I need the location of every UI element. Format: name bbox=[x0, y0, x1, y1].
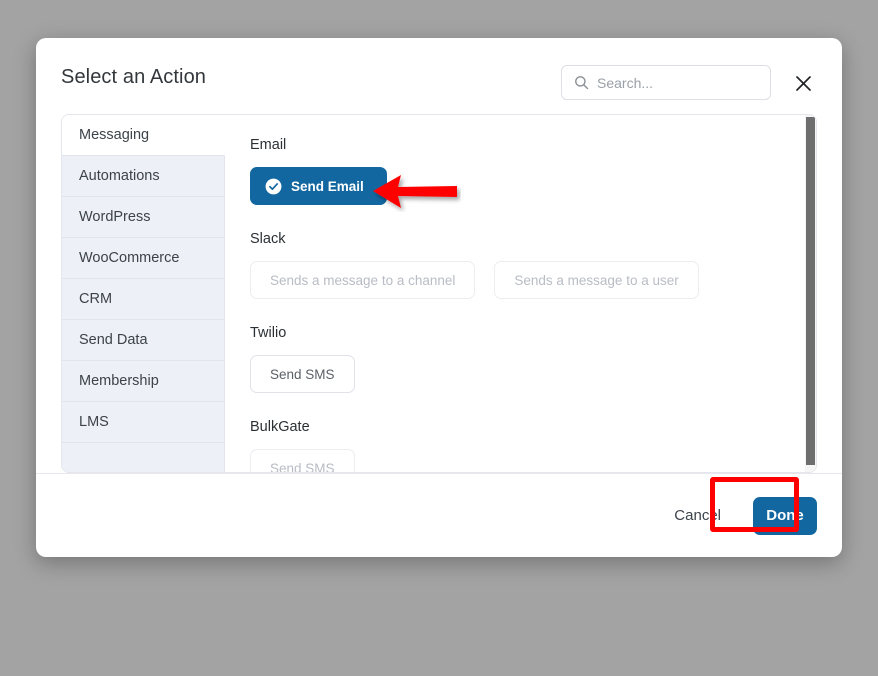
category-sidebar: Messaging Automations WordPress WooComme… bbox=[62, 115, 225, 472]
search-icon bbox=[575, 76, 589, 90]
search-input[interactable] bbox=[597, 74, 747, 91]
action-group-bulkgate: BulkGate Send SMS bbox=[250, 419, 816, 472]
modal-footer: Cancel Done bbox=[36, 473, 842, 557]
content-scrollbar-track[interactable] bbox=[805, 115, 816, 472]
sidebar-item-automations[interactable]: Automations bbox=[62, 156, 224, 197]
select-action-modal: Select an Action Messaging Automations bbox=[36, 38, 842, 557]
sidebar-item-messaging[interactable]: Messaging bbox=[62, 115, 225, 156]
close-button[interactable] bbox=[790, 70, 816, 96]
action-label: Send SMS bbox=[270, 460, 335, 473]
action-label: Send SMS bbox=[270, 366, 335, 382]
sidebar-item-crm[interactable]: CRM bbox=[62, 279, 224, 320]
sidebar-item-woocommerce[interactable]: WooCommerce bbox=[62, 238, 224, 279]
action-list-panel: Email Send Email Slack Sends a message t… bbox=[225, 115, 816, 472]
sidebar-item-wordpress[interactable]: WordPress bbox=[62, 197, 224, 238]
group-title: Email bbox=[250, 137, 287, 153]
cancel-button[interactable]: Cancel bbox=[670, 501, 725, 530]
content-scrollbar-thumb[interactable] bbox=[806, 117, 815, 465]
done-button[interactable]: Done bbox=[753, 496, 817, 535]
sidebar-item-lms[interactable]: LMS bbox=[62, 402, 224, 443]
check-circle-icon bbox=[265, 178, 282, 194]
modal-body: Messaging Automations WordPress WooComme… bbox=[61, 114, 817, 473]
action-slack-channel[interactable]: Sends a message to a channel bbox=[250, 261, 476, 299]
modal-header: Select an Action bbox=[36, 38, 842, 114]
action-group-email: Email Send Email bbox=[250, 137, 816, 205]
action-label: Send Email bbox=[291, 178, 364, 194]
action-group-slack: Slack Sends a message to a channel Sends… bbox=[250, 231, 816, 299]
sidebar-item-label: Send Data bbox=[79, 332, 148, 348]
action-label: Sends a message to a user bbox=[514, 272, 679, 288]
sidebar-item-label: WooCommerce bbox=[79, 250, 180, 266]
group-title: Twilio bbox=[250, 325, 287, 341]
close-icon bbox=[795, 75, 811, 91]
action-send-email[interactable]: Send Email bbox=[250, 167, 387, 205]
page-title: Select an Action bbox=[61, 66, 207, 88]
group-title: Slack bbox=[250, 231, 286, 247]
action-bulkgate-send-sms[interactable]: Send SMS bbox=[250, 449, 355, 472]
sidebar-item-label: WordPress bbox=[79, 209, 151, 225]
search-box[interactable] bbox=[561, 65, 771, 100]
sidebar-item-label: Messaging bbox=[79, 127, 150, 143]
action-label: Sends a message to a channel bbox=[270, 272, 456, 288]
action-twilio-send-sms[interactable]: Send SMS bbox=[250, 355, 355, 393]
action-group-twilio: Twilio Send SMS bbox=[250, 325, 816, 393]
sidebar-item-label: Automations bbox=[79, 168, 160, 184]
sidebar-item-label: CRM bbox=[79, 291, 113, 307]
action-slack-user[interactable]: Sends a message to a user bbox=[494, 261, 699, 299]
group-title: BulkGate bbox=[250, 419, 310, 435]
sidebar-item-membership[interactable]: Membership bbox=[62, 361, 224, 402]
sidebar-item-label: LMS bbox=[79, 414, 109, 430]
sidebar-item-label: Membership bbox=[79, 373, 159, 389]
sidebar-item-send-data[interactable]: Send Data bbox=[62, 320, 224, 361]
